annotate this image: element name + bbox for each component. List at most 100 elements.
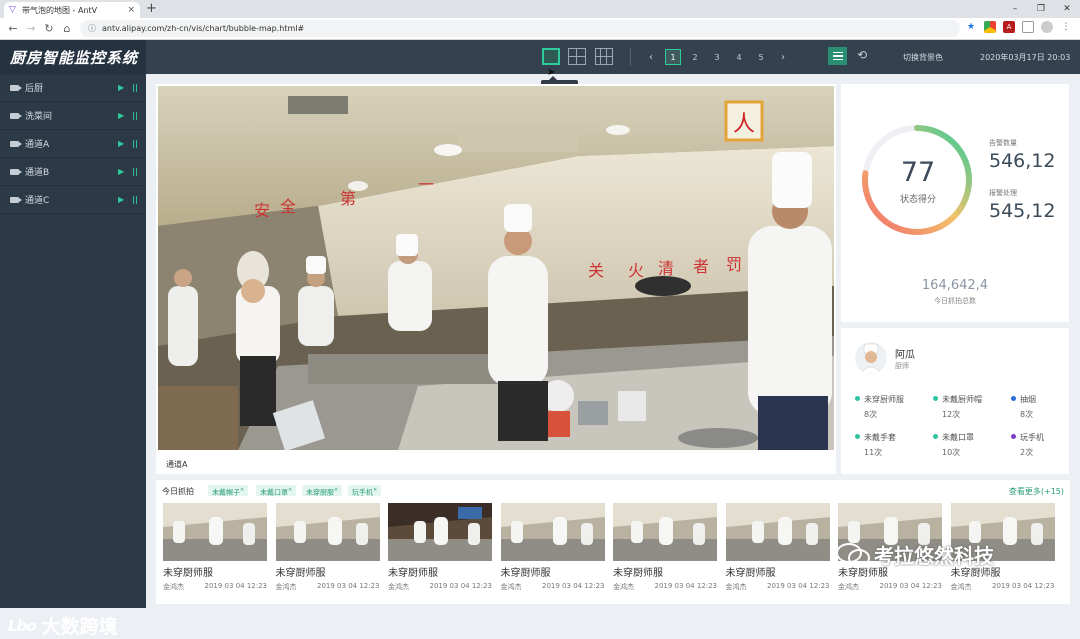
view-more-link[interactable]: 查看更多(+15) <box>1009 486 1064 497</box>
capture-item[interactable]: 未穿厨师服 金鸿杰 2019 03 04 12:23 <box>388 503 492 591</box>
home-icon[interactable]: ⌂ <box>58 22 76 35</box>
reload-icon[interactable]: ↻ <box>40 22 58 35</box>
layout-4-grid-icon[interactable] <box>568 48 586 65</box>
window-controls: – ❐ ✕ <box>1002 0 1080 18</box>
tag-close-icon[interactable]: × <box>373 487 377 493</box>
capture-meta: 金鸿杰 2019 03 04 12:23 <box>838 582 942 592</box>
score-value: 77 <box>900 157 936 188</box>
capture-thumbnail <box>613 503 717 561</box>
play-icon[interactable]: ▶ <box>118 167 124 176</box>
capture-item[interactable]: 未穿厨师服 金鸿杰 2019 03 04 12:23 <box>613 503 717 591</box>
page-button[interactable]: 2 <box>684 49 706 65</box>
status-dot <box>1011 396 1016 401</box>
switch-background-button[interactable]: 切换背景色 <box>903 52 943 63</box>
violation-label: 未穿厨师服 <box>864 395 904 404</box>
capture-item[interactable]: 未穿厨师服 金鸿杰 2019 03 04 12:23 <box>500 503 605 591</box>
antv-favicon-icon: ▽ <box>9 4 16 15</box>
sidebar-item[interactable]: 后厨 ▶ || <box>0 74 146 102</box>
next-page-icon[interactable]: › <box>772 49 794 65</box>
page-button[interactable]: 5 <box>750 49 772 65</box>
play-icon[interactable]: ▶ <box>118 195 124 204</box>
violation-label: 玩手机 <box>1020 433 1044 442</box>
capture-meta: 金鸿杰 2019 03 04 12:23 <box>951 582 1055 592</box>
video-feed[interactable]: 安全 第 一 关 火清者罚 人 <box>158 86 834 450</box>
list-menu-button[interactable] <box>828 47 847 65</box>
back-icon[interactable]: ← <box>4 22 22 35</box>
filter-tag[interactable]: 未戴口罩× <box>256 485 297 496</box>
pdf-extension-icon[interactable]: A <box>1003 21 1015 33</box>
camera-icon <box>10 84 22 91</box>
url-text: antv.alipay.com/zh-cn/vis/chart/bubble-m… <box>102 24 305 33</box>
pause-icon[interactable]: || <box>132 167 138 176</box>
page-button[interactable]: 1 <box>665 49 681 65</box>
address-bar[interactable]: ⓘ antv.alipay.com/zh-cn/vis/chart/bubble… <box>80 20 960 37</box>
maximize-button[interactable]: ❐ <box>1028 0 1054 18</box>
capture-meta: 金鸿杰 2019 03 04 12:23 <box>276 582 380 592</box>
svg-text:一: 一 <box>418 175 434 194</box>
filter-tag-label: 玩手机 <box>352 488 373 497</box>
status-dot <box>933 396 938 401</box>
menu-dots-icon[interactable]: ⋮ <box>1060 21 1072 33</box>
violation-label: 未戴厨师帽 <box>942 395 982 404</box>
info-icon[interactable]: ⓘ <box>88 23 96 34</box>
toolbar-divider <box>630 48 631 66</box>
filter-tag-label: 未穿厨服 <box>306 488 334 497</box>
filter-tag[interactable]: 未穿厨服× <box>302 485 343 497</box>
pause-icon[interactable]: || <box>132 195 138 204</box>
pause-icon[interactable]: || <box>132 139 138 148</box>
metric2-value: 545,12 <box>989 200 1056 222</box>
page-button[interactable]: 3 <box>706 49 728 65</box>
watermark-right: 考拉悠然科技 <box>836 540 994 569</box>
capture-person: 金鸿杰 <box>163 583 184 591</box>
play-icon[interactable]: ▶ <box>118 111 124 120</box>
sidebar-item-label: 后厨 <box>25 84 44 94</box>
violation-count: 未穿厨师服 8次 <box>855 394 904 420</box>
capture-time: 2019 03 04 12:23 <box>654 582 717 590</box>
pagination: ‹ 1 2 3 4 5 › <box>640 49 794 65</box>
sidebar-item[interactable]: 洗菜间 ▶ || <box>0 102 146 130</box>
capture-item[interactable]: 未穿厨师服 金鸿杰 2019 03 04 12:23 <box>725 503 830 591</box>
status-dot <box>855 434 860 439</box>
tag-close-icon[interactable]: × <box>288 487 292 493</box>
browser-tab[interactable]: ▽ 带气泡的地图 - AntV × <box>4 2 140 18</box>
person-role: 厨师 <box>895 362 909 370</box>
filter-tag[interactable]: 玩手机× <box>348 485 382 497</box>
play-icon[interactable]: ▶ <box>118 139 124 148</box>
status-dot <box>1011 434 1016 439</box>
prev-page-icon[interactable]: ‹ <box>640 49 662 65</box>
layout-6-grid-icon[interactable] <box>595 48 613 65</box>
capture-time: 2019 03 04 12:23 <box>767 582 830 590</box>
profile-icon[interactable] <box>1041 21 1053 33</box>
tag-close-icon[interactable]: × <box>240 487 244 493</box>
layout-1-grid-icon[interactable] <box>542 48 560 65</box>
browser-tab-strip: ▽ 带气泡的地图 - AntV × + – ❐ ✕ <box>0 0 1080 18</box>
filter-tag[interactable]: 未戴帽子× <box>208 485 249 496</box>
sidebar-item[interactable]: 通道B ▶ || <box>0 158 146 186</box>
pause-icon[interactable]: || <box>132 111 138 120</box>
new-tab-button[interactable]: + <box>146 2 157 16</box>
browser-toolbar: ← → ↻ ⌂ ⓘ antv.alipay.com/zh-cn/vis/char… <box>0 18 1080 40</box>
score-label: 状态得分 <box>899 195 936 205</box>
pause-icon[interactable]: || <box>132 83 138 92</box>
sidebar-item[interactable]: 通道A ▶ || <box>0 130 146 158</box>
minimize-button[interactable]: – <box>1002 0 1028 18</box>
sidebar-item[interactable]: 通道C ▶ || <box>0 186 146 214</box>
tag-close-icon[interactable]: × <box>334 487 338 493</box>
capture-time: 2019 03 04 12:23 <box>429 582 492 590</box>
close-window-button[interactable]: ✕ <box>1054 0 1080 18</box>
capture-item[interactable]: 未穿厨师服 金鸿杰 2019 03 04 12:23 <box>163 503 267 591</box>
person-panel: 阿瓜 厨师 未穿厨师服 8次 未戴厨师帽 12次 抽烟 8次 未戴手套 11次 未戴口罩 10次 玩… <box>841 328 1069 474</box>
camera-list: 后厨 ▶ || 洗菜间 ▶ || 通道A ▶ || 通道B ▶ || 通道C ▶ || <box>0 74 146 214</box>
sidebar-item-label: 洗菜间 <box>25 112 53 122</box>
svg-text:关: 关 <box>588 261 604 280</box>
tab-close-icon[interactable]: × <box>127 5 135 15</box>
svg-text:清: 清 <box>658 259 674 278</box>
bookmark-star-icon[interactable]: ★ <box>965 21 977 33</box>
capture-item[interactable]: 未穿厨师服 金鸿杰 2019 03 04 12:23 <box>275 503 380 591</box>
play-icon[interactable]: ▶ <box>118 83 124 92</box>
forward-icon[interactable]: → <box>22 22 40 35</box>
extension-icon-2[interactable] <box>1022 21 1034 33</box>
refresh-icon[interactable]: ⟲ <box>857 48 867 62</box>
page-button[interactable]: 4 <box>728 49 750 65</box>
extension-icon[interactable] <box>984 21 996 33</box>
